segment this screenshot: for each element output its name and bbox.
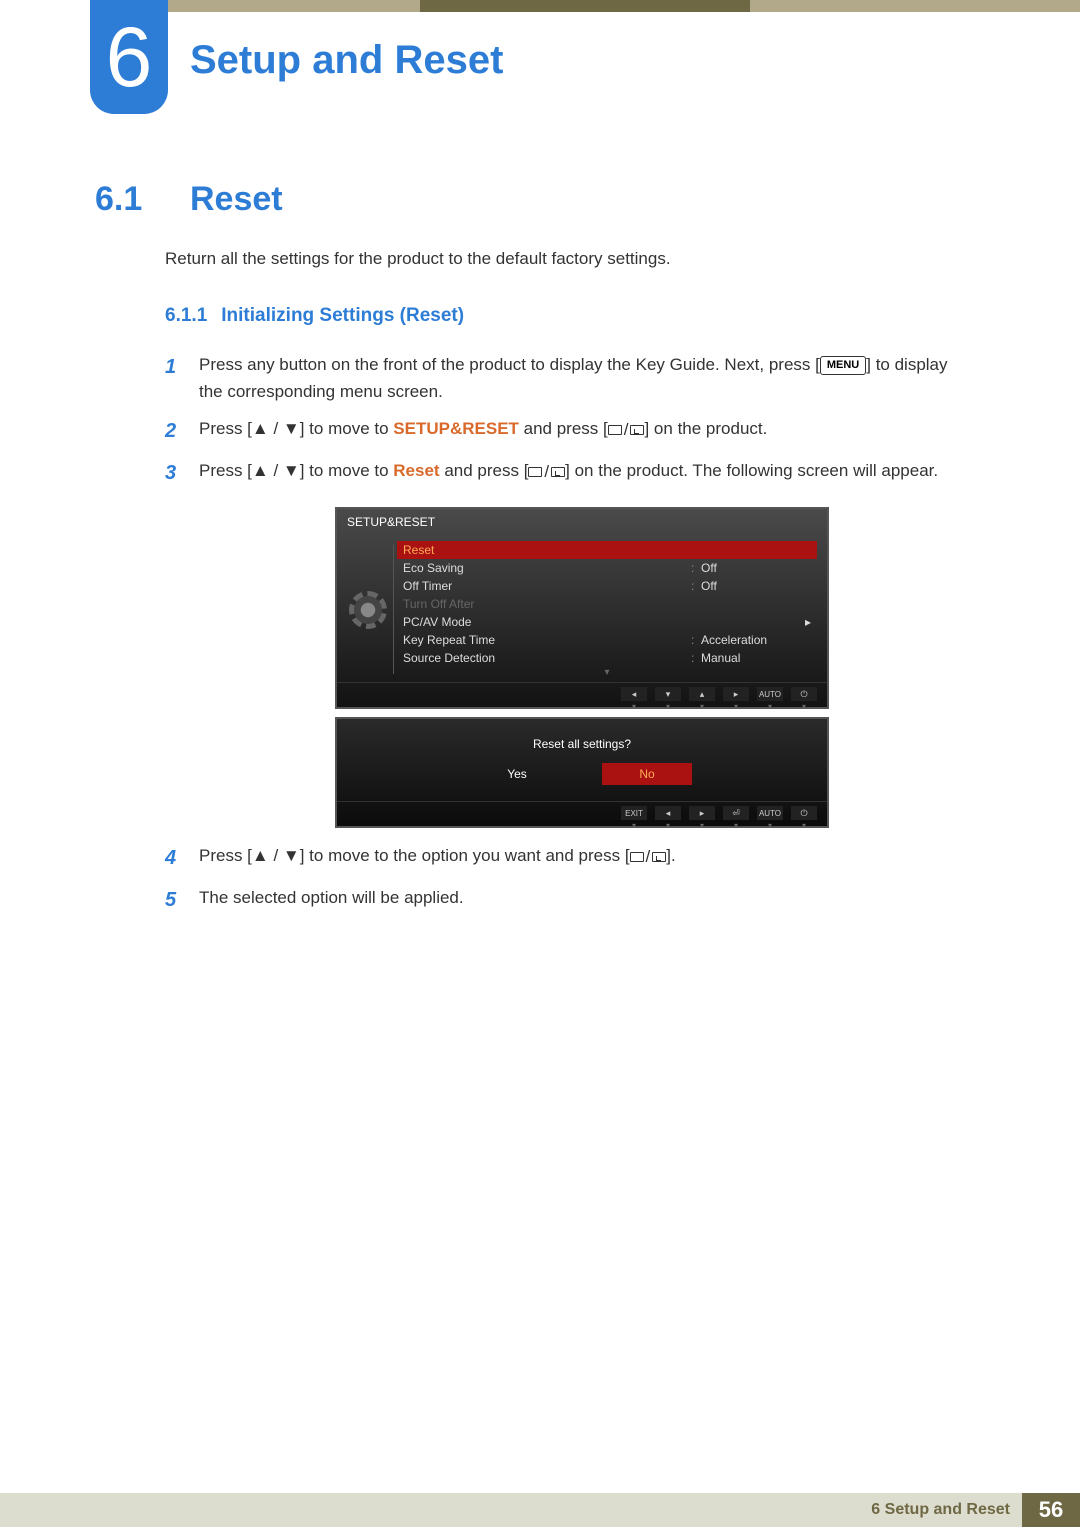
up-down-icon: ▲ / ▼ — [252, 419, 300, 438]
step-number: 1 — [165, 351, 181, 405]
nav-down-icon: ▾ — [655, 687, 681, 701]
dialog-no-button: No — [602, 763, 692, 785]
nav-auto: AUTO — [757, 687, 783, 701]
osd-item-turn-off-after: Turn Off After — [397, 595, 817, 613]
osd-item-key-repeat-time: Key Repeat Time : Acceleration — [397, 631, 817, 649]
nav-left-icon: ◂ — [655, 806, 681, 820]
footer-chapter-label: 6 Setup and Reset — [871, 1501, 1022, 1519]
osd-title: SETUP&RESET — [337, 509, 827, 535]
step-2: 2 Press [▲ / ▼] to move to SETUP&RESET a… — [165, 415, 975, 447]
chapter-number: 6 — [106, 15, 153, 99]
osd-item-eco-saving: Eco Saving : Off — [397, 559, 817, 577]
nav-up-icon: ▴ — [689, 687, 715, 701]
osd-menu-list: Reset Eco Saving : Off Off Timer : Off — [397, 541, 817, 678]
step-text: Press [▲ / ▼] to move to the option you … — [199, 842, 975, 874]
osd-item-pcav-mode: PC/AV Mode ▸ — [397, 613, 817, 631]
osd-icon-column — [347, 541, 389, 678]
scroll-down-icon: ▾ — [397, 667, 817, 678]
nav-exit: EXIT — [621, 806, 647, 820]
osd-reset-dialog: Reset all settings? Yes No EXIT ◂ ▸ ⏎ AU… — [335, 717, 829, 828]
step-text: Press [▲ / ▼] to move to Reset and press… — [199, 457, 975, 489]
up-down-icon: ▲ / ▼ — [252, 461, 300, 480]
page-number: 56 — [1022, 1493, 1080, 1527]
step-text: The selected option will be applied. — [199, 884, 975, 916]
target-reset: Reset — [393, 461, 439, 480]
nav-right-icon: ▸ — [689, 806, 715, 820]
chapter-title: Setup and Reset — [190, 38, 503, 83]
dialog-yes-button: Yes — [472, 763, 562, 785]
menu-button-icon: MENU — [820, 356, 866, 376]
nav-right-icon: ▸ — [723, 687, 749, 701]
ok-enter-icon: / — [528, 458, 565, 485]
osd-nav-bar: EXIT ◂ ▸ ⏎ AUTO ⏻ — [337, 801, 827, 826]
ok-enter-icon: / — [630, 843, 667, 870]
submenu-arrow-icon: ▸ — [799, 615, 811, 629]
osd-nav-bar: ◂ ▾ ▴ ▸ AUTO ⏻ — [337, 682, 827, 707]
osd-item-off-timer: Off Timer : Off — [397, 577, 817, 595]
nav-power-icon: ⏻ — [791, 687, 817, 701]
step-number: 3 — [165, 457, 181, 489]
section-number: 6.1 — [95, 180, 160, 219]
page-content: 6.1 Reset Return all the settings for th… — [95, 180, 975, 926]
section-intro: Return all the settings for the product … — [165, 249, 975, 269]
up-down-icon: ▲ / ▼ — [252, 846, 300, 865]
target-setupreset: SETUP&RESET — [393, 419, 519, 438]
step-number: 5 — [165, 884, 181, 916]
step-1: 1 Press any button on the front of the p… — [165, 351, 975, 405]
nav-auto: AUTO — [757, 806, 783, 820]
chapter-number-tab: 6 — [90, 0, 168, 114]
page-footer: 6 Setup and Reset 56 — [0, 1493, 1080, 1527]
osd-menu-setupreset: SETUP&RESET Reset Eco Saving : Off — [335, 507, 829, 709]
subsection-number: 6.1.1 — [165, 305, 207, 327]
dialog-buttons: Yes No — [337, 763, 827, 801]
gear-icon — [354, 596, 382, 624]
dialog-question: Reset all settings? — [337, 719, 827, 763]
osd-item-source-detection: Source Detection : Manual — [397, 649, 817, 667]
step-number: 2 — [165, 415, 181, 447]
step-list: 1 Press any button on the front of the p… — [165, 351, 975, 916]
osd-item-reset: Reset — [397, 541, 817, 559]
section-title: Reset — [190, 180, 283, 219]
subsection-heading: 6.1.1 Initializing Settings (Reset) — [165, 305, 975, 327]
subsection-title: Initializing Settings (Reset) — [221, 305, 464, 327]
nav-power-icon: ⏻ — [791, 806, 817, 820]
section-heading: 6.1 Reset — [95, 180, 975, 219]
step-4: 4 Press [▲ / ▼] to move to the option yo… — [165, 842, 975, 874]
osd-screenshot-group: SETUP&RESET Reset Eco Saving : Off — [335, 507, 975, 828]
nav-left-icon: ◂ — [621, 687, 647, 701]
step-number: 4 — [165, 842, 181, 874]
header-color-bar — [90, 0, 1080, 12]
step-5: 5 The selected option will be applied. — [165, 884, 975, 916]
step-text: Press [▲ / ▼] to move to SETUP&RESET and… — [199, 415, 975, 447]
step-3: 3 Press [▲ / ▼] to move to Reset and pre… — [165, 457, 975, 489]
ok-enter-icon: / — [608, 416, 645, 443]
nav-enter-icon: ⏎ — [723, 806, 749, 820]
step-text: Press any button on the front of the pro… — [199, 351, 975, 405]
